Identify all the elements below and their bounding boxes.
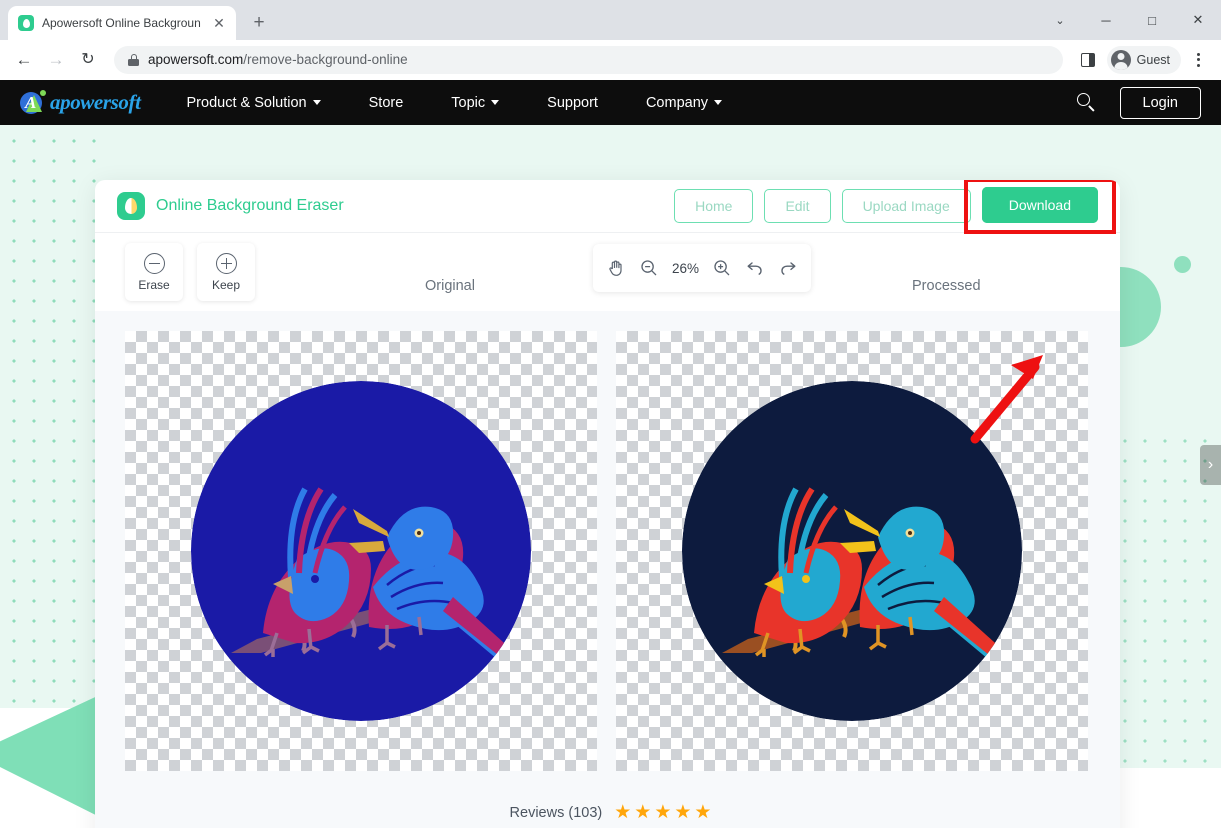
canvas-area [95,311,1120,828]
forward-button: → [47,50,65,69]
chevron-down-icon [491,100,500,105]
zoom-level: 26% [671,260,700,276]
back-button[interactable]: ← [10,46,38,74]
tab-favicon-droplet-icon [18,15,34,31]
processed-pane-label: Processed [912,278,981,294]
page-body: Online Background Eraser Home Edit Uploa… [0,125,1221,828]
browser-toolbar: ← → ↻ apowersoft.com/remove-background-o… [0,40,1221,80]
carousel-next-button[interactable]: › [1200,445,1221,485]
upload-image-button[interactable]: Upload Image [841,189,971,223]
reviews-bar: Reviews (103) ★ ★ ★ ★ ★ [0,803,1221,822]
window-close-button[interactable]: ✕ [1175,2,1221,38]
processed-image [681,381,1022,721]
chrome-menu-icon[interactable] [1185,47,1211,73]
nav-item-label: Support [547,94,598,111]
new-tab-button[interactable]: + [246,9,272,35]
brand-logo[interactable]: A apowersoft [20,89,141,116]
url-host: apowersoft.com [148,52,244,67]
star-icon: ★ [674,802,692,823]
nav-item-company[interactable]: Company [622,95,746,111]
brand-letter: A [25,92,37,112]
search-icon[interactable] [1076,92,1098,114]
processed-canvas-pane[interactable] [608,331,1091,828]
side-panel-icon[interactable] [1075,47,1101,73]
edit-button[interactable]: Edit [764,189,831,223]
nav-item-label: Topic [451,94,486,111]
redo-icon[interactable] [778,258,798,278]
browser-tabstrip: Apowersoft Online Backgroun ✕ + ⌄ ─ □ ✕ [0,0,1221,40]
minus-circle-icon [143,252,165,274]
zoom-out-icon[interactable] [639,258,659,278]
address-bar[interactable]: apowersoft.com/remove-background-online [114,45,1063,74]
editor-toolbar: Erase Keep Original Processed 26% [95,233,1120,311]
star-icon: ★ [634,802,652,823]
nav-item-support[interactable]: Support [523,95,622,111]
window-maximize-button[interactable]: □ [1129,2,1175,38]
nav-item-label: Company [645,94,709,111]
rating-stars: ★ ★ ★ ★ ★ [614,803,711,822]
chevron-down-icon [714,100,723,105]
nav-item-label: Product & Solution [186,94,307,111]
original-image [191,381,531,721]
lock-icon [128,53,139,66]
url-text: apowersoft.com/remove-background-online [148,52,408,67]
keep-tool-button[interactable]: Keep [197,243,255,301]
erase-tool-button[interactable]: Erase [125,243,183,301]
tool-label: Erase [138,277,170,292]
zoom-toolbar: 26% [593,244,811,292]
nav-item-product-solution[interactable]: Product & Solution [163,95,345,111]
star-icon: ★ [614,802,632,823]
plus-circle-icon [215,252,237,274]
zoom-in-icon[interactable] [712,258,732,278]
reload-button[interactable]: ↻ [74,46,102,74]
tab-close-icon[interactable]: ✕ [210,14,228,32]
chevron-down-icon [312,100,321,105]
url-path: /remove-background-online [243,52,408,67]
star-icon: ★ [654,802,672,823]
site-navigation: A apowersoft Product & Solution Store To… [0,80,1221,125]
original-canvas-pane[interactable] [125,331,608,828]
brand-name: apowersoft [50,90,141,114]
tab-search-chevron-down-icon[interactable]: ⌄ [1037,2,1083,38]
nav-links: Product & Solution Store Topic Support C… [163,95,747,111]
hand-tool-icon[interactable] [606,258,626,278]
tool-label: Keep [211,277,241,292]
nav-item-store[interactable]: Store [345,95,428,111]
browser-window: Apowersoft Online Backgroun ✕ + ⌄ ─ □ ✕ … [0,0,1221,828]
profile-button[interactable]: Guest [1106,45,1181,74]
editor-card: Online Background Eraser Home Edit Uploa… [95,180,1120,828]
profile-name: Guest [1136,52,1170,67]
download-button-wrapper: Download [963,180,1116,234]
browser-tab[interactable]: Apowersoft Online Backgroun ✕ [8,6,236,40]
star-icon: ★ [694,802,712,823]
nav-item-topic[interactable]: Topic [427,95,523,111]
tab-title: Apowersoft Online Backgroun [42,16,201,30]
app-droplet-icon [117,192,145,220]
original-pane-label: Original [425,278,475,294]
avatar [1110,49,1131,70]
editor-actions: Home Edit Upload Image Download [674,180,1116,234]
download-button[interactable]: Download [981,187,1098,223]
nav-item-label: Store [368,94,404,111]
app-title: Online Background Eraser [156,197,344,214]
undo-icon[interactable] [745,258,765,278]
window-minimize-button[interactable]: ─ [1083,2,1129,38]
reviews-label: Reviews (103) [509,804,603,821]
window-controls: ⌄ ─ □ ✕ [1037,0,1221,40]
brand-mark-icon: A [20,89,48,116]
login-button[interactable]: Login [1119,86,1201,119]
editor-header: Online Background Eraser Home Edit Uploa… [95,180,1120,234]
decorative-circle-small [1174,256,1191,273]
home-button[interactable]: Home [674,189,754,223]
